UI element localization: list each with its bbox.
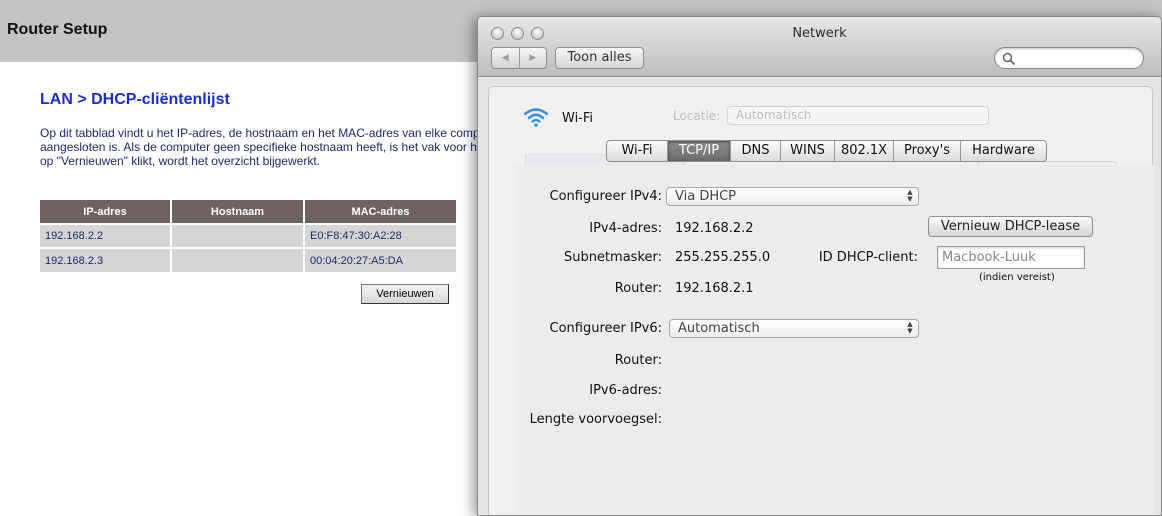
cell-mac: 00:04:20:27:A5:DA xyxy=(304,247,456,272)
tab-hardware[interactable]: Hardware xyxy=(960,141,1046,161)
popup-arrows-icon: ▲ ▼ xyxy=(907,188,913,203)
tab-tcpip[interactable]: TCP/IP xyxy=(667,141,730,161)
preferences-panel: Locatie: Automatisch Bluetooth DUNGeen v… xyxy=(488,86,1155,515)
description-line: aangesloten is. Als de computer geen spe… xyxy=(40,140,477,154)
search-icon xyxy=(1002,52,1016,66)
settings-tabs: Wi-Fi TCP/IP DNS WINS 802.1X Proxy's Har… xyxy=(606,140,1047,162)
configure-ipv4-label: Configureer IPv4: xyxy=(549,189,663,204)
dhcp-client-id-field[interactable]: Macbook-Luuk xyxy=(937,246,1085,269)
page-title: LAN > DHCP-cliëntenlijst xyxy=(40,91,230,108)
cell-ip: 192.168.2.3 xyxy=(40,247,172,272)
configure-ipv6-label: Configureer IPv6: xyxy=(549,321,663,336)
dhcp-client-id-label: ID DHCP-client: xyxy=(818,250,918,265)
wifi-icon xyxy=(523,108,549,127)
ipv6-router-label: Router: xyxy=(614,353,662,368)
window-titlebar[interactable]: Netwerk ◀ ▶ Toon alles xyxy=(478,17,1161,77)
interface-name: Wi-Fi xyxy=(562,111,594,126)
configure-ipv6-select[interactable]: Automatisch ▲ ▼ xyxy=(669,319,919,338)
popup-arrows-icon: ▲ ▼ xyxy=(907,320,913,335)
subnet-mask-label: Subnetmasker: xyxy=(563,250,662,265)
router-label: Router: xyxy=(614,281,662,296)
configure-ipv4-select[interactable]: Via DHCP ▲ ▼ xyxy=(666,187,919,206)
dhcp-client-table: IP-adres Hostnaam MAC-adres 192.168.2.2 … xyxy=(40,200,456,272)
dhcp-client-id-hint: (indien vereist) xyxy=(979,272,1055,283)
window-title: Netwerk xyxy=(792,26,847,41)
tab-wifi[interactable]: Wi-Fi xyxy=(607,141,667,161)
location-label: Locatie: xyxy=(673,109,721,123)
table-header-row: IP-adres Hostnaam MAC-adres xyxy=(40,200,456,224)
subnet-mask-value: 255.255.255.0 xyxy=(675,250,771,265)
table-row: 192.168.2.3 00:04:20:27:A5:DA xyxy=(40,247,456,272)
tab-wins[interactable]: WINS xyxy=(780,141,834,161)
tab-8021x[interactable]: 802.1X xyxy=(834,141,893,161)
configure-ipv6-value: Automatisch xyxy=(678,321,760,336)
description-line: op "Vernieuwen" klikt, wordt het overzic… xyxy=(40,154,320,168)
cell-hostname xyxy=(171,247,305,272)
cell-hostname xyxy=(171,223,305,248)
ipv4-address-label: IPv4-adres: xyxy=(589,221,662,236)
cell-ip: 192.168.2.2 xyxy=(40,223,172,248)
tab-proxies[interactable]: Proxy's xyxy=(893,141,960,161)
column-header-ip: IP-adres xyxy=(40,200,172,224)
network-preferences-window: Netwerk ◀ ▶ Toon alles Locatie: Automati… xyxy=(477,16,1162,516)
cell-mac: E0:F8:47:30:A2:28 xyxy=(304,223,456,248)
refresh-button[interactable]: Vernieuwen xyxy=(361,284,449,304)
history-nav: ◀ ▶ xyxy=(491,47,547,69)
column-header-hostname: Hostnaam xyxy=(171,200,305,224)
renew-dhcp-lease-button[interactable]: Vernieuw DHCP-lease xyxy=(928,216,1093,237)
router-value: 192.168.2.1 xyxy=(675,281,754,296)
description-line: Op dit tabblad vindt u het IP-adres, de … xyxy=(40,126,480,140)
ipv4-address-value: 192.168.2.2 xyxy=(675,221,754,236)
ipv6-address-label: IPv6-adres: xyxy=(589,383,662,398)
column-header-mac: MAC-adres xyxy=(304,200,456,224)
tab-dns[interactable]: DNS xyxy=(730,141,780,161)
prefix-length-label: Lengte voorvoegsel: xyxy=(529,412,662,427)
location-select: Automatisch xyxy=(727,106,989,125)
back-button[interactable]: ◀ xyxy=(492,48,519,68)
table-row: 192.168.2.2 E0:F8:47:30:A2:28 xyxy=(40,223,456,248)
page-description: Op dit tabblad vindt u het IP-adres, de … xyxy=(40,126,480,168)
forward-button[interactable]: ▶ xyxy=(518,48,547,68)
window-content: Locatie: Automatisch Bluetooth DUNGeen v… xyxy=(478,78,1161,515)
show-all-button[interactable]: Toon alles xyxy=(555,47,644,69)
search-input[interactable] xyxy=(994,47,1144,69)
router-header-title: Router Setup xyxy=(7,21,108,38)
configure-ipv4-value: Via DHCP xyxy=(675,189,737,204)
